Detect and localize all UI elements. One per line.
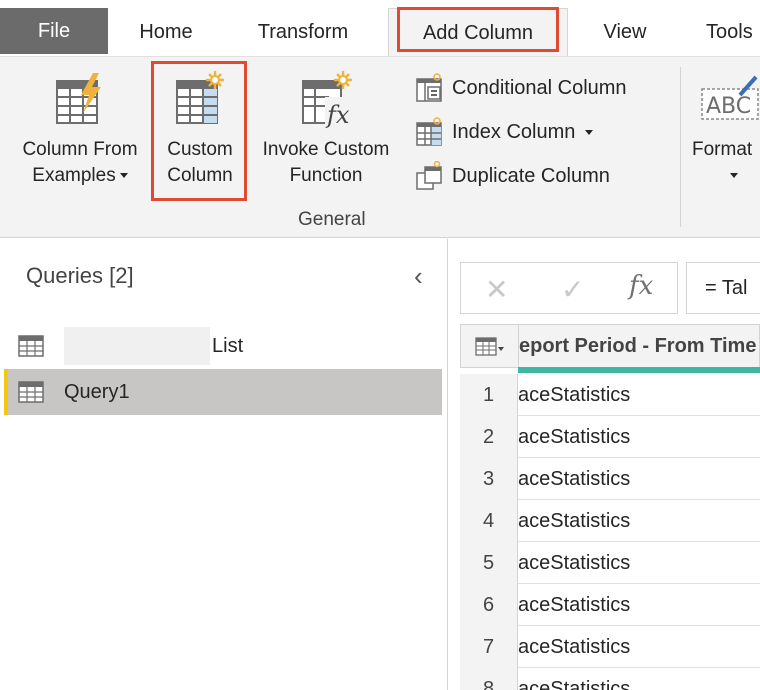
duplicate-column-button[interactable]: Duplicate Column (412, 159, 610, 193)
column-from-examples-label-line2: Examples (10, 163, 150, 189)
svg-text:ABC: ABC (706, 94, 751, 119)
column-from-examples-icon (56, 73, 101, 124)
format-dropdown (692, 163, 760, 189)
column-header[interactable]: eport Period - From Time (519, 335, 756, 358)
tab-file[interactable]: File (0, 8, 108, 54)
table-menu-button[interactable] (461, 325, 519, 369)
table-menu-icon (474, 337, 504, 356)
query-item-list[interactable]: List (4, 323, 442, 369)
table-row: 3 aceStatistics (460, 458, 760, 500)
table-row: 8 aceStatistics (460, 668, 760, 690)
formula-input[interactable]: = Tal (686, 262, 760, 314)
svg-text:fx: fx (325, 101, 350, 129)
tab-home[interactable]: Home (118, 8, 214, 56)
table-icon (18, 381, 48, 403)
ribbon: Column From Examples Custom Column fx In… (0, 56, 760, 238)
chevron-down-icon (730, 173, 738, 179)
queries-pane: Queries [2] ‹ List Query1 (0, 239, 448, 690)
tab-add-column[interactable]: Add Column (388, 8, 568, 58)
table-cell[interactable]: aceStatistics (518, 510, 630, 533)
table-row: 1 aceStatistics (460, 374, 760, 416)
chevron-down-icon (119, 173, 128, 179)
query-item-query1[interactable]: Query1 (4, 369, 442, 415)
index-column-icon (412, 117, 446, 146)
row-number: 6 (460, 584, 518, 626)
custom-column-label-line2: Column (167, 165, 233, 186)
invoke-custom-function-label-line1: Invoke Custom (262, 139, 390, 160)
custom-column-label-line1: Custom (167, 139, 233, 160)
invoke-custom-function-label-line2: Function (289, 165, 363, 186)
row-number: 2 (460, 416, 518, 458)
row-number: 7 (460, 626, 518, 668)
table-row: 5 aceStatistics (460, 542, 760, 584)
row-number: 5 (460, 542, 518, 584)
query-item-label: Query1 (64, 380, 130, 403)
row-number: 3 (460, 458, 518, 500)
ribbon-group-label-general: General (298, 209, 366, 230)
table-icon (18, 335, 48, 357)
formula-bar: ✕ ✓ fx = Tal (460, 262, 760, 314)
conditional-column-label: Conditional Column (452, 76, 627, 99)
redacted-query-name (64, 327, 210, 365)
table-cell[interactable]: aceStatistics (518, 636, 630, 659)
conditional-column-button[interactable]: Conditional Column (412, 71, 627, 105)
cancel-icon[interactable]: ✕ (485, 273, 508, 306)
table-cell[interactable]: aceStatistics (518, 594, 630, 617)
custom-column-icon (176, 71, 224, 124)
table-cell[interactable]: aceStatistics (518, 468, 630, 491)
invoke-custom-function-button[interactable]: fx Invoke Custom Function (250, 71, 402, 189)
table-cell[interactable]: aceStatistics (518, 552, 630, 575)
column-quality-bar (518, 367, 760, 373)
grid-header-row: eport Period - From Time (460, 324, 760, 369)
tab-view[interactable]: View (582, 8, 668, 56)
commit-checkmark-icon[interactable]: ✓ (561, 273, 584, 306)
column-from-examples-label-line1: Column From (22, 139, 138, 160)
tab-transform[interactable]: Transform (236, 8, 370, 56)
format-label: Format (692, 139, 753, 160)
fx-insert-function-icon[interactable]: fx (629, 271, 653, 301)
table-cell[interactable]: aceStatistics (518, 384, 630, 407)
collapse-chevron-left-icon[interactable]: ‹ (414, 261, 423, 292)
table-cell[interactable]: aceStatistics (518, 678, 630, 690)
format-text-icon: ABC (701, 75, 759, 120)
row-number: 1 (460, 374, 518, 416)
row-number: 8 (460, 668, 518, 690)
invoke-custom-function-icon: fx (302, 71, 353, 129)
ribbon-tab-bar: File Home Transform Add Column View Tool… (0, 0, 760, 58)
column-from-examples-button[interactable]: Column From Examples (10, 71, 150, 189)
table-row: 6 aceStatistics (460, 584, 760, 626)
ribbon-group-separator (680, 67, 681, 227)
queries-pane-title: Queries [2] (26, 263, 134, 288)
duplicate-column-icon (412, 161, 446, 190)
chevron-down-icon (585, 129, 594, 135)
index-column-button[interactable]: Index Column (412, 115, 594, 149)
conditional-column-icon (412, 73, 446, 102)
table-cell[interactable]: aceStatistics (518, 426, 630, 449)
table-row: 2 aceStatistics (460, 416, 760, 458)
query-item-label: List (212, 334, 244, 357)
table-row: 7 aceStatistics (460, 626, 760, 668)
table-row: 4 aceStatistics (460, 500, 760, 542)
data-grid: eport Period - From Time 1 aceStatistics… (460, 324, 760, 690)
column-from-examples-label-text: Examples (32, 165, 116, 186)
index-column-label: Index Column (452, 120, 576, 143)
tab-tools[interactable]: Tools (690, 8, 760, 56)
custom-column-button[interactable]: Custom Column (156, 71, 244, 189)
format-button[interactable]: ABC Format (692, 71, 760, 189)
formula-bar-buttons: ✕ ✓ fx (460, 262, 678, 314)
duplicate-column-label: Duplicate Column (452, 164, 610, 187)
row-number: 4 (460, 500, 518, 542)
